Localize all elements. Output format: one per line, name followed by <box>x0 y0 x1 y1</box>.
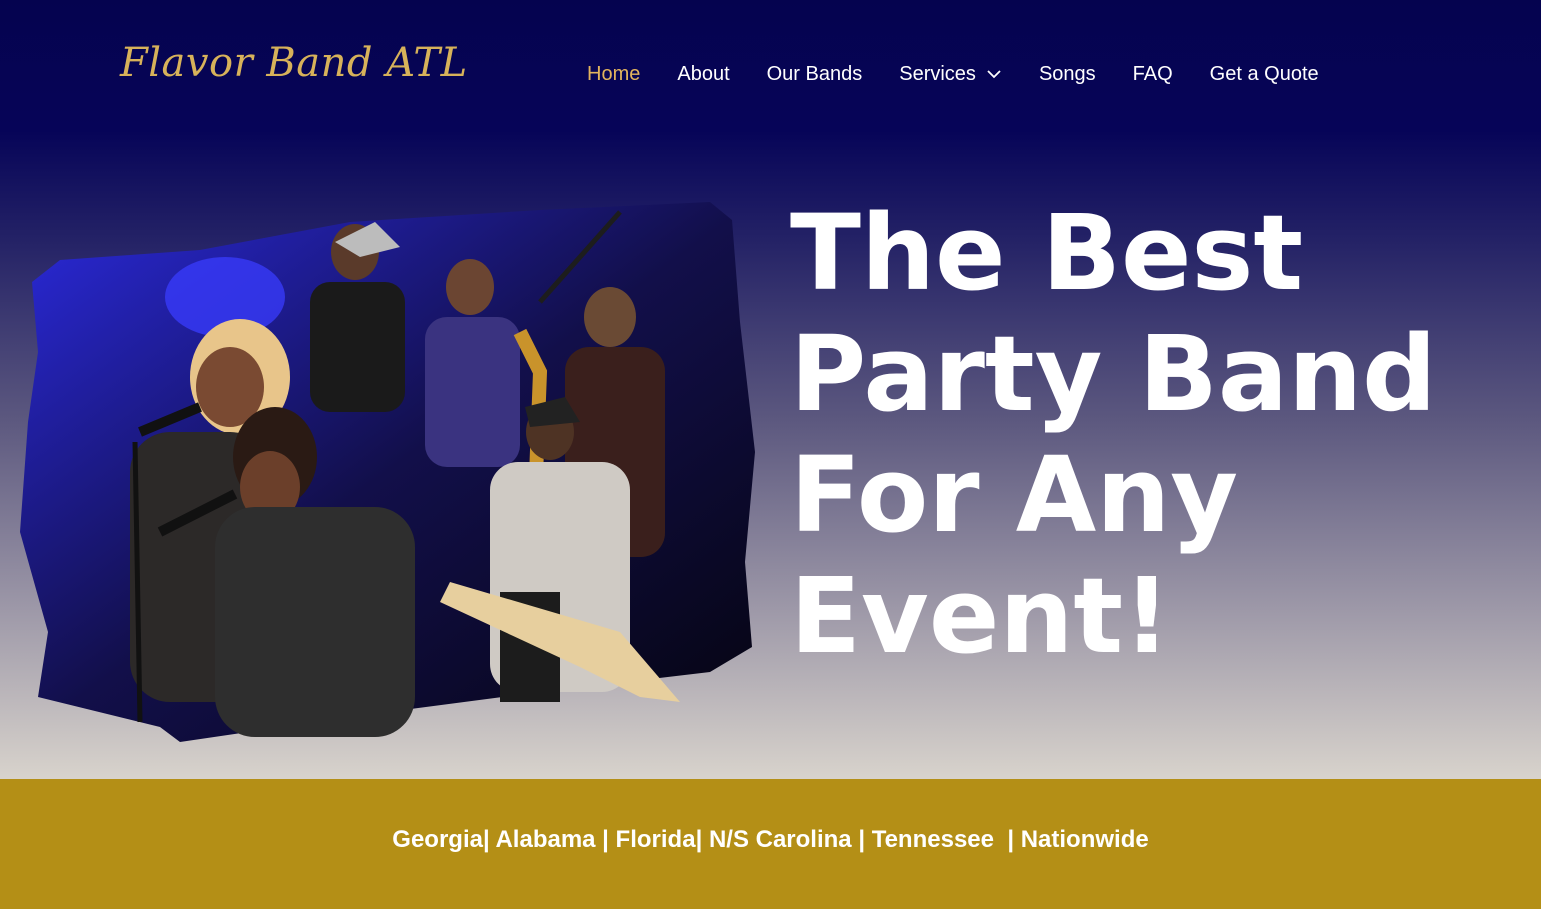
hero-headline: The Best Party Band For Any Event! <box>790 192 1437 677</box>
logo[interactable]: Flavor Band ATL <box>120 40 468 86</box>
nav-songs-label: Songs <box>1038 62 1096 85</box>
hero-section: Flavor Band ATL Home About Our Bands Ser… <box>0 0 1541 779</box>
nav-our-bands-label: Our Bands <box>766 62 863 85</box>
nav-services[interactable]: Services <box>899 63 1002 86</box>
nav-faq[interactable]: FAQ <box>1133 63 1173 86</box>
chevron-down-icon <box>987 70 1001 79</box>
nav-about[interactable]: About <box>677 63 729 86</box>
nav-about-label: About <box>677 62 730 85</box>
nav-faq-label: FAQ <box>1132 62 1173 85</box>
service-regions-text: Georgia| Alabama | Florida| N/S Carolina… <box>392 826 1149 853</box>
nav-our-bands[interactable]: Our Bands <box>767 63 863 86</box>
nav-home-label: Home <box>587 62 641 85</box>
nav-songs[interactable]: Songs <box>1039 63 1096 86</box>
nav-get-a-quote-label: Get a Quote <box>1209 62 1319 85</box>
main-nav: Home About Our Bands Services Songs FAQ … <box>587 60 1319 88</box>
nav-home[interactable]: Home <box>587 63 640 86</box>
nav-services-label: Services <box>899 62 976 85</box>
nav-get-a-quote[interactable]: Get a Quote <box>1210 63 1319 86</box>
band-performance-photo <box>20 202 755 742</box>
